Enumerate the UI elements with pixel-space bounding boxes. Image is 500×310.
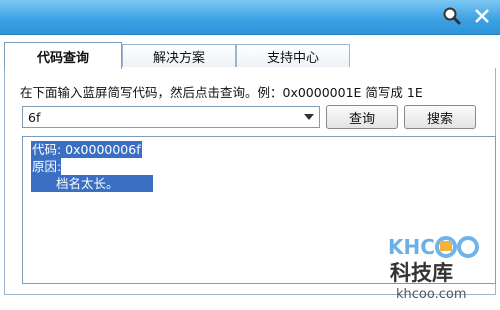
search-button[interactable]: 搜索 <box>404 105 476 129</box>
result-code-line: 代码: 0x0000006f <box>31 141 142 158</box>
query-button[interactable]: 查询 <box>326 105 398 129</box>
tab-code-query[interactable]: 代码查询 <box>4 42 122 69</box>
tab-label: 解决方案 <box>152 50 205 66</box>
tab-label: 代码查询 <box>36 50 89 66</box>
tab-support-center[interactable]: 支持中心 <box>236 44 350 67</box>
svg-text:科技库: 科技库 <box>390 261 453 285</box>
svg-text:khcoo.com: khcoo.com <box>396 287 467 302</box>
code-input-value[interactable]: 6f <box>28 110 40 125</box>
code-combobox[interactable]: 6f <box>22 106 320 128</box>
result-reason-text: 档名太长。 <box>31 175 153 192</box>
result-reason-label: 原因: <box>31 158 62 175</box>
close-icon[interactable] <box>470 4 494 28</box>
query-button-label: 查询 <box>348 111 375 127</box>
search-icon[interactable] <box>440 4 464 28</box>
title-bar <box>0 0 500 35</box>
chevron-down-icon[interactable] <box>303 110 315 124</box>
search-button-label: 搜索 <box>426 111 453 127</box>
tab-label: 支持中心 <box>266 50 319 66</box>
tab-bar: 代码查询 解决方案 支持中心 <box>4 42 496 69</box>
instruction-text: 在下面输入蓝屏简写代码，然后点击查询。例：0x0000001E 简写成 1E <box>20 85 423 100</box>
tab-solutions[interactable]: 解决方案 <box>122 44 236 67</box>
svg-text:KHC: KHC <box>388 235 435 259</box>
watermark-logo: KHC 科技库 khcoo.com <box>384 232 494 302</box>
